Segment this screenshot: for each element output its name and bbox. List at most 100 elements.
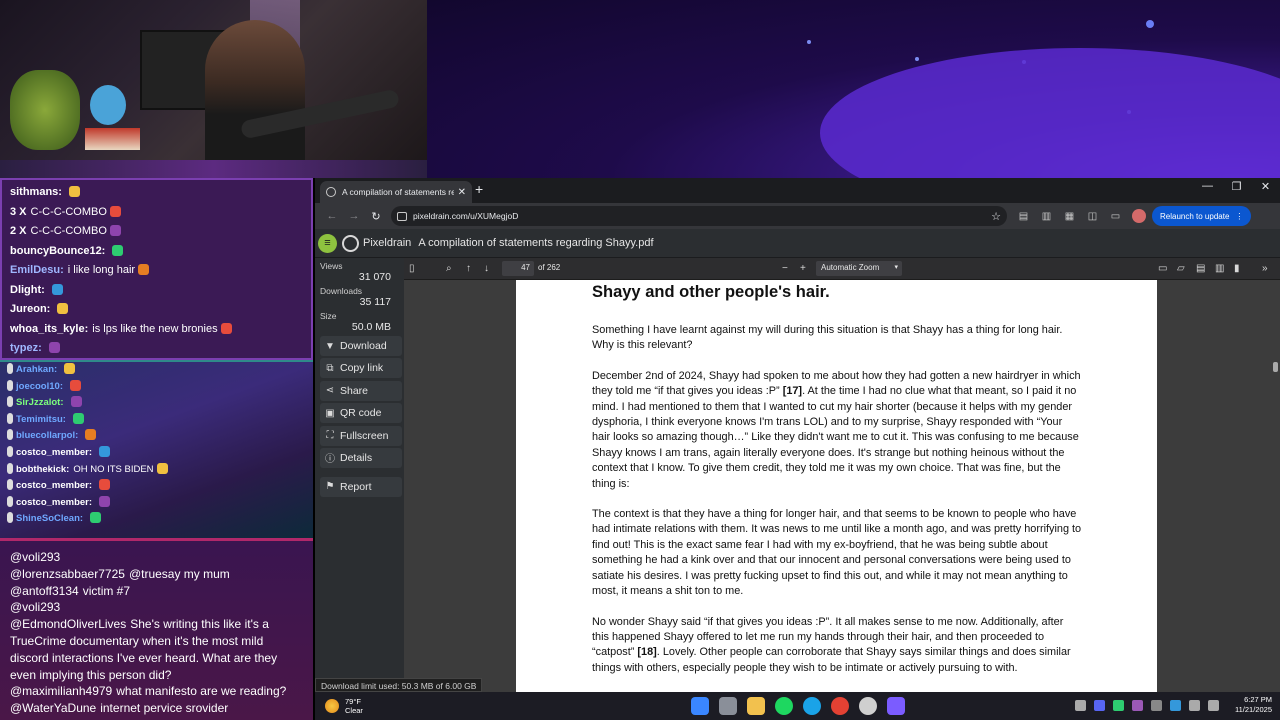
chat-username[interactable]: costco_member: — [16, 497, 92, 508]
zoom-out-icon[interactable]: − — [782, 263, 788, 274]
spotify-icon[interactable] — [775, 697, 793, 715]
reference-17[interactable]: [17] — [783, 385, 802, 397]
chat-username[interactable]: Arahkan: — [16, 364, 57, 375]
chat-username[interactable]: ShineSoClean: — [16, 513, 83, 524]
chat-username[interactable]: bluecollarpol: — [16, 430, 78, 441]
steam-icon[interactable] — [1170, 699, 1182, 711]
network-icon[interactable] — [1189, 699, 1201, 711]
chat-username[interactable]: Jureon: — [10, 303, 50, 315]
zoom-in-icon[interactable]: + — [800, 263, 806, 274]
chat-username[interactable]: @EdmondOliverLives — [10, 617, 126, 631]
bookmark-star-icon[interactable]: ☆ — [991, 210, 1001, 223]
chat-username[interactable]: SirJzzalot: — [16, 397, 64, 408]
chat-username[interactable]: 2 X — [10, 225, 27, 237]
clock[interactable]: 6:27 PM 11/21/2025 — [1235, 695, 1272, 715]
next-page-icon[interactable]: ↓ — [484, 263, 489, 274]
chat-username[interactable]: @antoff3134 — [10, 584, 79, 598]
file-explorer-icon[interactable] — [747, 697, 765, 715]
profile-avatar[interactable] — [1132, 209, 1146, 223]
tray-app-icon[interactable] — [1113, 699, 1125, 711]
document-icon[interactable]: ▤ — [1015, 208, 1032, 225]
pixeldrain-brand[interactable]: Pixeldrain — [363, 237, 411, 249]
start-icon[interactable] — [691, 697, 709, 715]
task-view-icon[interactable] — [719, 697, 737, 715]
url-text[interactable]: pixeldrain.com/u/XUMegjoD — [413, 211, 991, 221]
chat-username[interactable]: 3 X — [10, 206, 27, 218]
forward-arrow-icon[interactable]: → — [343, 210, 365, 222]
maximize-button[interactable]: ❐ — [1222, 180, 1251, 193]
share-button[interactable]: ⋖ Share — [320, 380, 402, 401]
minimize-button[interactable]: — — [1193, 180, 1222, 193]
qr-code-button[interactable]: ▣ QR code — [320, 403, 402, 424]
close-tab-icon[interactable]: ✕ — [458, 187, 466, 198]
scrollbar-thumb[interactable] — [1273, 362, 1278, 372]
tray-app-icon[interactable] — [1132, 699, 1144, 711]
edge-icon[interactable] — [803, 697, 821, 715]
print-icon[interactable]: ▤ — [1196, 263, 1205, 274]
chat-username[interactable]: costco_member: — [16, 480, 92, 491]
chat-username[interactable]: typez: — [10, 342, 42, 354]
copy-link-button[interactable]: ⧉ Copy link — [320, 358, 402, 379]
report-button[interactable]: ⚑ Report — [320, 476, 402, 497]
search-icon[interactable]: ⌕ — [446, 263, 452, 274]
zoom-select[interactable]: Automatic Zoom ▾ — [816, 261, 902, 276]
download-button[interactable]: ▼ Download — [320, 336, 402, 356]
sidebar-toggle-icon[interactable]: ▯ — [409, 263, 415, 274]
chat-username[interactable]: @voli293 — [10, 600, 60, 614]
close-window-button[interactable]: ✕ — [1251, 180, 1280, 193]
page-number-input[interactable]: 47 — [502, 261, 534, 276]
tab-active[interactable]: A compilation of statements re ✕ — [320, 181, 472, 203]
chat-username[interactable]: sithmans: — [10, 186, 62, 198]
new-tab-button[interactable]: + — [475, 181, 483, 197]
chrome-icon[interactable] — [831, 697, 849, 715]
figurine — [90, 85, 126, 125]
discord-icon[interactable] — [1094, 699, 1106, 711]
chat-username[interactable]: bouncyBounce12: — [10, 245, 105, 257]
chat-username[interactable]: costco_member: — [16, 447, 92, 458]
app-icon[interactable] — [887, 697, 905, 715]
more-menu-icon[interactable]: ⋮ — [1235, 212, 1243, 221]
chat-username[interactable]: whoa_its_kyle: — [10, 323, 88, 335]
bookmark-icon[interactable]: ▮ — [1234, 263, 1240, 274]
address-bar[interactable]: pixeldrain.com/u/XUMegjoD ☆ — [391, 206, 1007, 226]
chevron-up-icon[interactable] — [1075, 699, 1087, 711]
trash-icon[interactable]: ▥ — [1038, 208, 1055, 225]
menu-icon[interactable]: ≡ — [318, 233, 337, 253]
chat-username[interactable]: Dlight: — [10, 284, 45, 296]
obs-icon[interactable] — [859, 697, 877, 715]
tray-app-icon[interactable] — [1151, 699, 1163, 711]
reload-icon[interactable]: ↻ — [365, 210, 387, 223]
open-file-icon[interactable]: ▱ — [1177, 263, 1185, 274]
chat-username[interactable]: Temimitsu: — [16, 414, 66, 425]
presentation-icon[interactable]: ▭ — [1158, 263, 1167, 274]
chat-username[interactable]: @lorenzsabbaer7725 — [10, 567, 125, 581]
chat-username[interactable]: EmilDesu: — [10, 264, 64, 276]
extension-h-icon[interactable]: ▦ — [1061, 208, 1078, 225]
chat-username[interactable]: @WaterYaDune — [10, 701, 96, 715]
pixeldrain-logo-icon[interactable] — [342, 234, 359, 252]
chat-username[interactable]: @voli293 — [10, 550, 60, 564]
back-arrow-icon[interactable]: ← — [321, 210, 343, 222]
badge-icon — [7, 396, 13, 408]
relaunch-button[interactable]: Relaunch to update ⋮ — [1152, 206, 1252, 226]
reference-18[interactable]: [18] — [637, 646, 656, 658]
tools-icon[interactable]: » — [1262, 263, 1268, 274]
cast-icon[interactable]: ▭ — [1107, 208, 1124, 225]
scrollbar[interactable] — [1273, 284, 1278, 688]
details-button[interactable]: ⓘ Details — [320, 447, 402, 468]
prev-page-icon[interactable]: ↑ — [466, 263, 471, 274]
chat-message: costco_member: — [0, 495, 313, 512]
weather-widget[interactable]: 79°F Clear — [325, 697, 363, 715]
save-icon[interactable]: ▥ — [1215, 263, 1224, 274]
puzzle-icon[interactable]: ◫ — [1084, 208, 1101, 225]
chat-username[interactable]: joecool10: — [16, 381, 63, 392]
taskbar-apps — [691, 697, 905, 715]
space-background — [427, 0, 1280, 178]
volume-icon[interactable] — [1208, 699, 1220, 711]
emote-icon — [85, 429, 97, 441]
site-info-icon[interactable] — [397, 211, 407, 221]
chat-username[interactable]: @maximilianh4979 — [10, 684, 112, 698]
chat-username[interactable]: bobthekick: — [16, 464, 69, 475]
chat-text: is lps like the new bronies — [92, 322, 218, 335]
fullscreen-button[interactable]: ⛶ Fullscreen — [320, 425, 402, 446]
